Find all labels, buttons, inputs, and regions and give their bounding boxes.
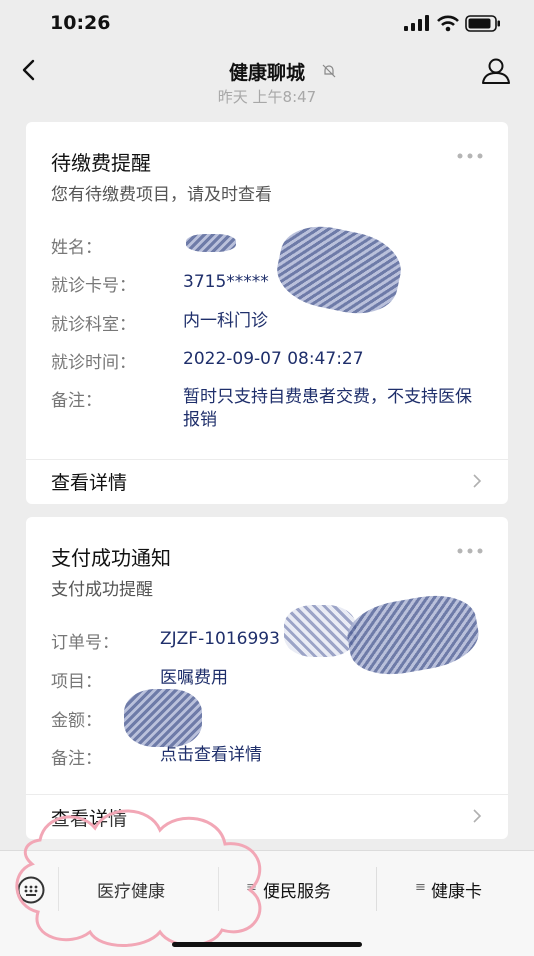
mute-bell-icon <box>322 64 336 78</box>
card-title: 支付成功通知 <box>51 546 171 570</box>
divider <box>58 867 59 911</box>
view-details-link[interactable]: 查看详情 <box>51 804 127 831</box>
chevron-right-icon[interactable] <box>472 808 482 824</box>
menu-item-health-card[interactable]: 健康卡 <box>431 877 482 902</box>
field-value: 暂时只支持自费患者交费，不支持医保报销 <box>183 387 472 430</box>
page-title: 健康聊城 <box>228 62 305 84</box>
field-label: 项目： <box>51 672 102 692</box>
payment-reminder-card[interactable]: 待缴费提醒 您有待缴费项目，请及时查看 姓名： 就诊卡号： 3715***** … <box>26 122 508 504</box>
redaction-scribble <box>284 605 356 657</box>
redaction-scribble <box>186 234 236 252</box>
home-indicator <box>172 942 362 947</box>
battery-icon <box>465 15 500 32</box>
card-title: 待缴费提醒 <box>51 151 151 175</box>
user-profile-icon[interactable] <box>480 56 512 86</box>
divider <box>218 867 219 911</box>
divider <box>26 794 508 795</box>
field-label: 备注： <box>51 749 102 769</box>
wifi-icon <box>437 15 459 32</box>
field-label: 姓名： <box>51 238 102 258</box>
message-timestamp: 昨天 上午8:47 <box>217 88 317 106</box>
field-value: 点击查看详情 <box>160 745 262 765</box>
field-label: 就诊卡号： <box>51 276 136 296</box>
redaction-scribble <box>342 588 484 682</box>
menu-item-convenience-services[interactable]: 便民服务 <box>263 877 331 902</box>
field-value: 3715***** <box>183 272 269 292</box>
field-value: ZJZF-1016993 <box>160 629 280 649</box>
field-label: 订单号： <box>51 633 119 653</box>
redaction-scribble <box>124 689 202 747</box>
menu-lines-icon: ≡ <box>415 880 426 895</box>
status-bar: 10:26 <box>0 0 534 48</box>
cellular-signal-icon <box>404 15 429 31</box>
view-details-link[interactable]: 查看详情 <box>51 468 127 495</box>
menu-item-medical-health[interactable]: 医疗健康 <box>97 877 165 902</box>
divider <box>376 867 377 911</box>
redaction-scribble <box>271 218 407 322</box>
status-time: 10:26 <box>50 12 111 34</box>
bottom-menu-bar: 医疗健康 ≡ 便民服务 ≡ 健康卡 <box>0 850 534 956</box>
field-label: 备注： <box>51 391 102 411</box>
payment-success-card[interactable]: 支付成功通知 支付成功提醒 订单号： ZJZF-1016993 项目： 医嘱费用… <box>26 517 508 839</box>
more-dots-icon[interactable] <box>456 152 484 160</box>
field-label: 就诊时间： <box>51 353 136 373</box>
field-label: 金额： <box>51 711 102 731</box>
menu-lines-icon: ≡ <box>246 880 257 895</box>
field-value: 2022-09-07 08:47:27 <box>183 349 364 369</box>
more-dots-icon[interactable] <box>456 547 484 555</box>
divider <box>26 459 508 460</box>
field-label: 就诊科室： <box>51 315 136 335</box>
field-value: 医嘱费用 <box>160 668 228 688</box>
card-subtitle: 您有待缴费项目，请及时查看 <box>51 185 272 205</box>
chevron-right-icon[interactable] <box>472 473 482 489</box>
keyboard-icon[interactable] <box>16 875 46 905</box>
card-subtitle: 支付成功提醒 <box>51 580 153 600</box>
field-value: 内一科门诊 <box>183 311 268 331</box>
